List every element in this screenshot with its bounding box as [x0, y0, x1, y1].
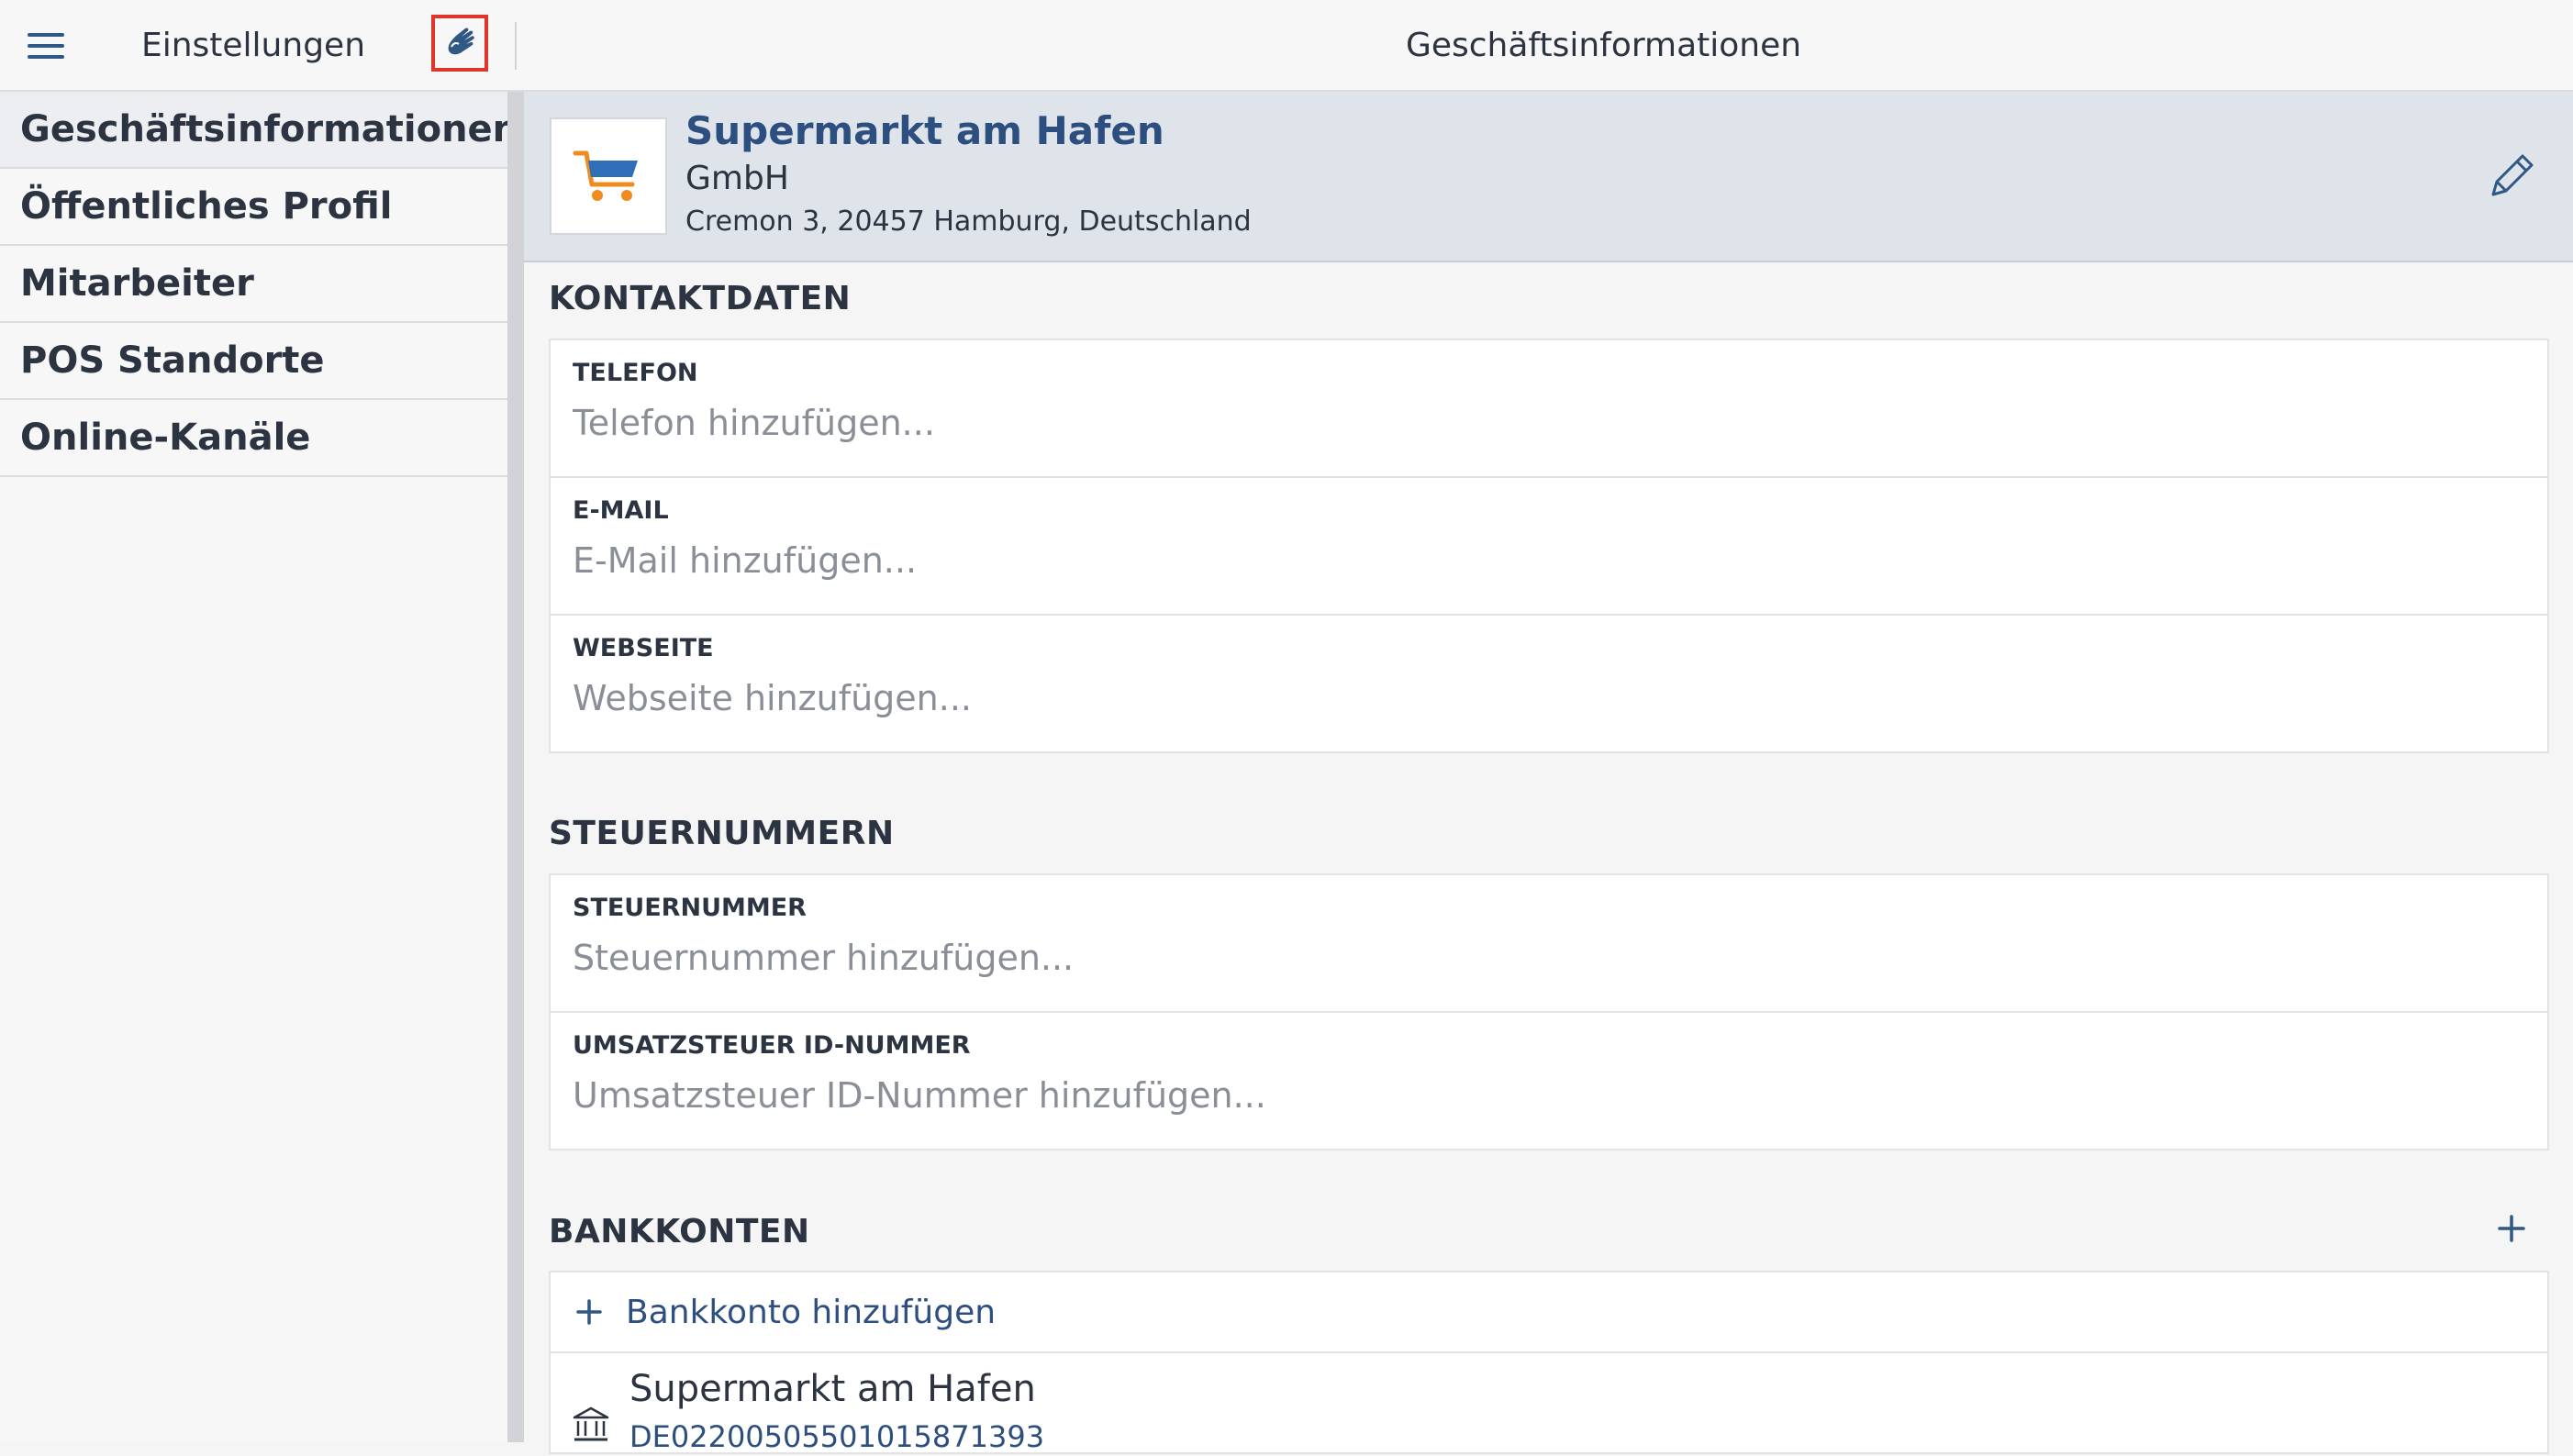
- bank-account-item[interactable]: Supermarkt am Hafen DE022005055010158713…: [551, 1355, 2547, 1456]
- business-legal-form: GmbH: [685, 160, 789, 197]
- add-bank-account-label: Bankkonto hinzufügen: [626, 1293, 997, 1331]
- business-logo[interactable]: [550, 117, 667, 235]
- website-label: WEBSEITE: [573, 634, 714, 662]
- sidebar-item-mitarbeiter[interactable]: Mitarbeiter: [0, 246, 507, 323]
- vat-id-field: UMSATZSTEUER ID-NUMMER: [551, 1013, 2547, 1150]
- bank-icon: [573, 1406, 609, 1441]
- section-title-tax: STEUERNUMMERN: [549, 815, 895, 852]
- sidebar-title: Einstellungen: [140, 27, 366, 64]
- menu-icon[interactable]: [20, 24, 72, 68]
- sidebar: Einstellungen Geschäftsinformationen Öff…: [0, 0, 518, 1442]
- bank-accounts-card: Bankkonto hinzufügen Supermarkt am Hafen…: [549, 1271, 2549, 1454]
- sidebar-item-online-kanaele[interactable]: Online-Kanäle: [0, 400, 507, 477]
- main-content: Geschäftsinformationen Supermarkt am Haf…: [524, 0, 2573, 1454]
- pane-divider-header: [507, 0, 524, 92]
- email-input[interactable]: [573, 533, 2518, 588]
- plus-icon: [576, 1299, 602, 1325]
- add-bank-account-icon[interactable]: [2492, 1209, 2531, 1248]
- tax-card: STEUERNUMMER UMSATZSTEUER ID-NUMMER: [549, 873, 2549, 1150]
- sidebar-item-geschaeftsinformationen[interactable]: Geschäftsinformationen: [0, 92, 518, 169]
- page-title: Geschäftsinformationen: [1405, 26, 1802, 64]
- sidebar-item-oeffentliches-profil[interactable]: Öffentliches Profil: [0, 169, 507, 246]
- business-name: Supermarkt am Hafen: [685, 108, 1164, 153]
- email-field: E-MAIL: [551, 478, 2547, 616]
- tax-number-field: STEUERNUMMER: [551, 875, 2547, 1013]
- bank-account-name: Supermarkt am Hafen: [629, 1368, 1036, 1410]
- sidebar-item-pos-standorte[interactable]: POS Standorte: [0, 323, 507, 400]
- hand-icon[interactable]: [431, 15, 488, 72]
- website-input[interactable]: [573, 671, 2518, 726]
- main-header: Geschäftsinformationen: [524, 0, 2573, 92]
- bank-account-iban: DE02200505501015871393: [629, 1419, 1045, 1454]
- vat-id-input[interactable]: [573, 1068, 2518, 1123]
- section-title-contact: KONTAKTDATEN: [549, 280, 852, 317]
- pane-divider[interactable]: [507, 0, 524, 1442]
- tax-number-input[interactable]: [573, 930, 2518, 985]
- tax-number-label: STEUERNUMMER: [573, 894, 807, 922]
- pencil-icon[interactable]: [2482, 147, 2541, 206]
- phone-input[interactable]: [573, 395, 2518, 450]
- phone-label: TELEFON: [573, 359, 698, 387]
- add-bank-account-button[interactable]: Bankkonto hinzufügen: [551, 1273, 2547, 1353]
- cart-icon: [573, 150, 638, 201]
- phone-field: TELEFON: [551, 340, 2547, 478]
- sidebar-header: Einstellungen: [0, 0, 507, 92]
- vat-id-label: UMSATZSTEUER ID-NUMMER: [573, 1031, 971, 1060]
- email-label: E-MAIL: [573, 496, 669, 525]
- section-title-bank: BANKKONTEN: [549, 1213, 810, 1250]
- sidebar-nav: Geschäftsinformationen Öffentliches Prof…: [0, 92, 518, 477]
- business-address: Cremon 3, 20457 Hamburg, Deutschland: [685, 206, 1252, 238]
- business-header: Supermarkt am Hafen GmbH Cremon 3, 20457…: [524, 92, 2573, 262]
- contact-card: TELEFON E-MAIL WEBSEITE: [549, 339, 2549, 753]
- website-field: WEBSEITE: [551, 616, 2547, 753]
